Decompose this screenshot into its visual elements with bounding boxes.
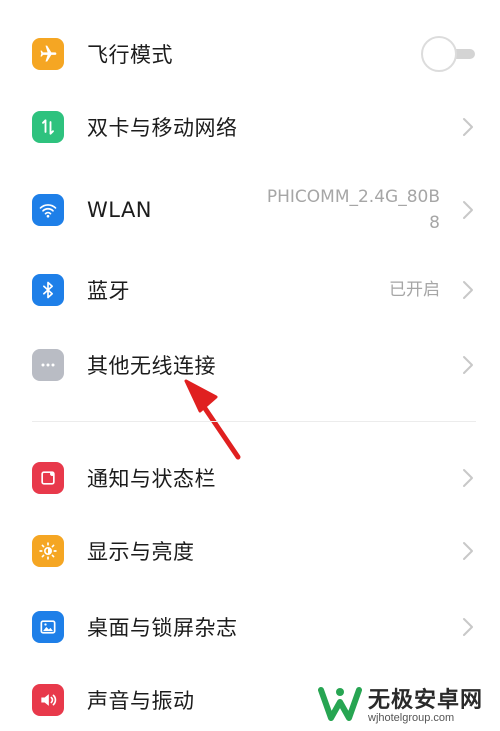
settings-item-label: 飞行模式	[87, 43, 173, 67]
settings-item-bluetooth[interactable]: 蓝牙 已开启	[0, 260, 500, 320]
bluetooth-icon	[32, 274, 64, 306]
watermark-url: wjhotelgroup.com	[368, 712, 455, 724]
wlan-network-name-line2: 8	[429, 213, 440, 233]
chevron-right-icon	[463, 469, 473, 487]
airplane-mode-toggle[interactable]	[421, 36, 475, 72]
settings-item-label: 桌面与锁屏杂志	[87, 616, 238, 640]
brightness-icon	[32, 535, 64, 567]
dual-sim-icon	[32, 111, 64, 143]
airplane-icon	[32, 38, 64, 70]
settings-item-wlan[interactable]: WLAN PHICOMM_2.4G_80B 8	[0, 180, 500, 240]
chevron-right-icon	[463, 201, 473, 219]
site-watermark: 无极安卓网 wjhotelgroup.com	[318, 682, 498, 728]
section-divider	[32, 421, 476, 422]
notification-icon	[32, 462, 64, 494]
settings-item-display[interactable]: 显示与亮度	[0, 521, 500, 581]
watermark-logo-icon	[318, 687, 362, 721]
settings-item-label: 双卡与移动网络	[87, 116, 238, 140]
watermark-title: 无极安卓网	[368, 688, 484, 713]
chevron-right-icon	[463, 356, 473, 374]
chevron-right-icon	[463, 542, 473, 560]
settings-item-label: WLAN	[87, 198, 153, 222]
chevron-right-icon	[463, 618, 473, 636]
settings-item-notifications[interactable]: 通知与状态栏	[0, 448, 500, 508]
settings-item-label: 通知与状态栏	[87, 467, 216, 491]
settings-item-other-wireless[interactable]: 其他无线连接	[0, 335, 500, 395]
sound-icon	[32, 684, 64, 716]
bluetooth-status: 已开启	[389, 280, 440, 300]
wifi-icon	[32, 194, 64, 226]
chevron-right-icon	[463, 118, 473, 136]
settings-item-label: 蓝牙	[87, 279, 130, 303]
settings-item-dual-sim[interactable]: 双卡与移动网络	[0, 97, 500, 157]
chevron-right-icon	[463, 281, 473, 299]
wlan-network-name-line1: PHICOMM_2.4G_80B	[266, 187, 440, 207]
settings-item-label: 声音与振动	[87, 689, 195, 713]
more-icon	[32, 349, 64, 381]
wlan-network-name: PHICOMM_2.4G_80B 8	[267, 184, 440, 236]
settings-item-label: 显示与亮度	[87, 540, 195, 564]
settings-item-airplane-mode[interactable]: 飞行模式	[0, 24, 500, 84]
settings-item-desktop-lockscreen[interactable]: 桌面与锁屏杂志	[0, 597, 500, 657]
wallpaper-icon	[32, 611, 64, 643]
toggle-knob	[421, 36, 457, 72]
